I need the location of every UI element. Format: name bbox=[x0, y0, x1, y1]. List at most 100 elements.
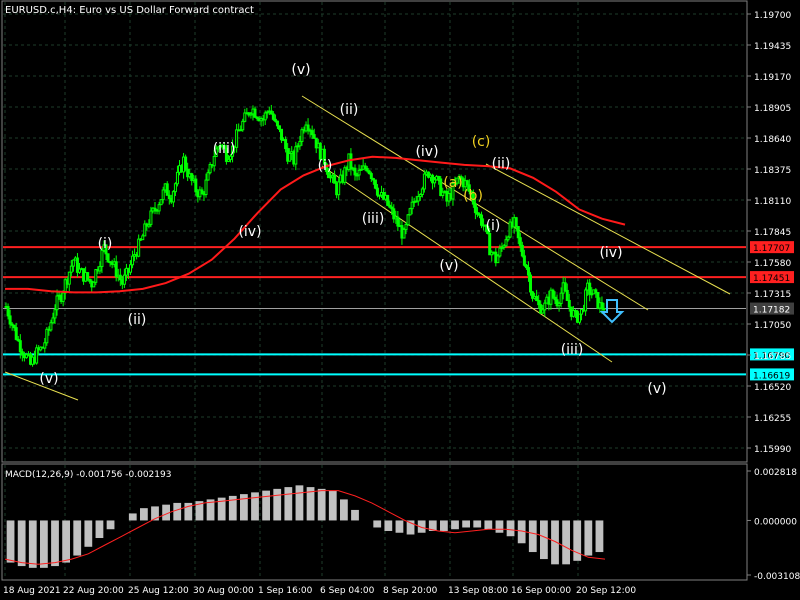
y-tick-label: 1.17315 bbox=[754, 290, 791, 300]
resistance-1-label: 1.17707 bbox=[753, 244, 790, 254]
candle-body bbox=[141, 235, 145, 241]
macd-hist-bar bbox=[84, 520, 93, 547]
macd-hist-bar bbox=[317, 488, 326, 521]
macd-hist-bar bbox=[40, 520, 48, 568]
candle-body bbox=[559, 292, 563, 304]
y-tick-label: 1.19170 bbox=[754, 73, 791, 83]
macd-hist-bar bbox=[395, 520, 404, 533]
candle-body bbox=[131, 255, 135, 266]
candle-body bbox=[514, 217, 518, 228]
macd-hist-bar bbox=[295, 485, 304, 521]
candle-body bbox=[584, 289, 588, 312]
channel-line bbox=[485, 163, 731, 295]
macd-hist-bar bbox=[262, 490, 270, 521]
x-tick-label: 6 Sep 04:00 bbox=[320, 586, 375, 596]
candle-body bbox=[114, 261, 118, 278]
wave-label-iv-3: (iv) bbox=[599, 245, 622, 261]
candle-body bbox=[129, 264, 133, 273]
macd-hist-bar bbox=[251, 492, 259, 521]
candle-body bbox=[416, 196, 420, 202]
current-price-label: 1.17182 bbox=[753, 306, 790, 316]
candle-body bbox=[43, 342, 47, 349]
candle-body bbox=[184, 156, 188, 170]
macd-hist-bar bbox=[140, 508, 148, 521]
macd-hist-bar bbox=[173, 502, 182, 521]
candle-body bbox=[241, 120, 245, 131]
support-2-label: 1.16619 bbox=[753, 371, 790, 381]
macd-hist-bar bbox=[440, 520, 448, 531]
macd-hist-bar bbox=[528, 520, 537, 553]
price-axis[interactable]: 1.19700 1.19435 1.19170 1.18905 1.18640 1.183… bbox=[747, 11, 791, 455]
candle-body bbox=[480, 214, 484, 226]
candle-body bbox=[69, 265, 73, 273]
candle-body bbox=[235, 129, 239, 148]
candle-body bbox=[516, 226, 520, 239]
candle-body bbox=[171, 191, 175, 203]
y-tick-label: 1.19435 bbox=[754, 42, 791, 52]
candles bbox=[4, 104, 606, 367]
candle-body bbox=[488, 233, 492, 256]
candle-body bbox=[45, 328, 49, 344]
candle-body bbox=[175, 171, 179, 185]
candle-body bbox=[253, 108, 257, 118]
x-tick-label: 13 Sep 08:00 bbox=[448, 586, 508, 596]
wave-label-low-start: (v) bbox=[39, 371, 58, 387]
x-tick-label: 8 Sep 20:00 bbox=[383, 586, 438, 596]
candle-body bbox=[404, 223, 408, 230]
macd-hist-bar bbox=[384, 520, 393, 531]
macd-hist-bar bbox=[128, 513, 137, 521]
candle-body bbox=[271, 113, 275, 120]
wave-label-b: (b) bbox=[463, 188, 483, 204]
macd-hist-bar bbox=[484, 520, 493, 530]
x-tick-label: 16 Sep 00:00 bbox=[511, 586, 571, 596]
wave-label-v-top: (v) bbox=[291, 62, 310, 78]
macd-hist-bar bbox=[328, 490, 337, 521]
wave-label-iv-2: (iv) bbox=[415, 144, 438, 160]
candle-body bbox=[298, 140, 302, 147]
candle-body bbox=[294, 146, 298, 165]
y-tick-label: 1.17050 bbox=[754, 321, 791, 331]
macd-hist-bar bbox=[6, 520, 15, 563]
y-tick-label: 1.18640 bbox=[754, 135, 791, 145]
macd-hist-bar bbox=[584, 520, 593, 556]
candle-body bbox=[51, 317, 55, 324]
macd-hist-bar bbox=[95, 520, 104, 539]
candle-body bbox=[410, 201, 414, 210]
candle-body bbox=[157, 204, 161, 212]
wave-label-iii-3: (iii) bbox=[561, 342, 584, 358]
y-tick-label: 1.18375 bbox=[754, 166, 791, 176]
macd-hist-bar bbox=[17, 520, 26, 567]
candle-body bbox=[137, 238, 141, 257]
macd-hist-bar bbox=[595, 520, 604, 553]
x-tick-label: 1 Sep 16:00 bbox=[258, 586, 313, 596]
macd-hist-bar bbox=[351, 509, 359, 521]
x-tick-label: 20 Sep 12:00 bbox=[576, 586, 636, 596]
candle-body bbox=[520, 244, 524, 257]
macd-hist-bar bbox=[573, 520, 582, 561]
candle-body bbox=[122, 274, 126, 285]
candle-body bbox=[173, 183, 177, 193]
candle-body bbox=[473, 203, 477, 214]
trading-chart[interactable]: 1.177071.174511.171821.167901.16619 (v)(… bbox=[0, 0, 800, 600]
candle-body bbox=[602, 308, 606, 311]
candle-body bbox=[67, 271, 71, 285]
resistance-2-label: 1.17451 bbox=[753, 274, 790, 284]
y-tick-label: 1.17580 bbox=[754, 259, 791, 269]
candle-body bbox=[420, 188, 424, 196]
macd-y-tick-label: -0.003108 bbox=[754, 572, 800, 582]
candle-body bbox=[408, 208, 412, 216]
wave-label-i-1: (i) bbox=[98, 236, 113, 252]
candle-body bbox=[567, 299, 571, 308]
wave-label-v-2: (v) bbox=[439, 258, 458, 274]
candle-body bbox=[588, 282, 592, 295]
time-axis[interactable]: 18 Aug 2021 22 Aug 20:00 25 Aug 12:00 30 Au… bbox=[3, 586, 636, 596]
macd-hist-bar bbox=[28, 520, 37, 568]
macd-hist-bar bbox=[462, 520, 470, 528]
down-arrow-icon bbox=[599, 299, 625, 324]
wave-label-i-2: (i) bbox=[318, 158, 333, 174]
candle-body bbox=[422, 173, 426, 190]
candle-body bbox=[194, 178, 198, 193]
candle-body bbox=[465, 180, 469, 186]
candle-body bbox=[357, 169, 361, 176]
candle-body bbox=[565, 289, 569, 301]
